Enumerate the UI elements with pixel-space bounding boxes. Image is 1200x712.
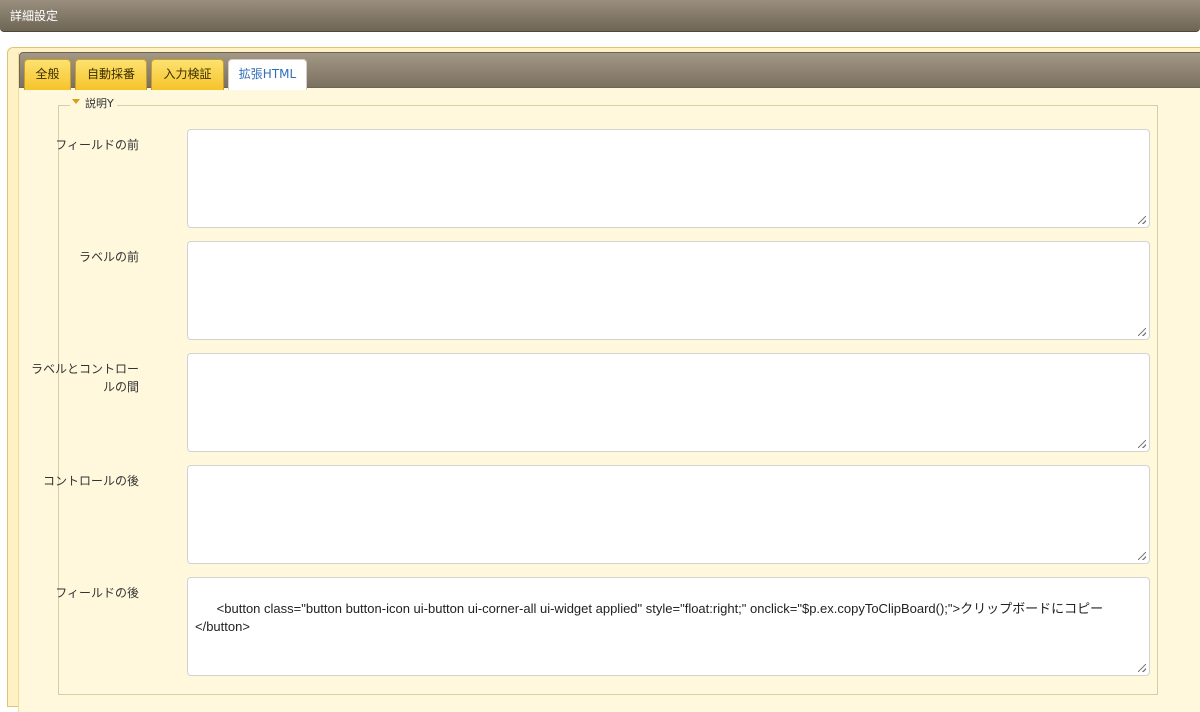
field-label-line: フィールドの前 [55, 138, 139, 152]
field-label-after-field: フィールドの後 [19, 584, 139, 602]
field-label-after-control: コントロールの後 [19, 472, 139, 490]
section-toggle[interactable]: 説明Y [70, 97, 117, 111]
resize-grip-icon[interactable] [1138, 440, 1146, 448]
dialog-title: 詳細設定 [10, 9, 59, 23]
tab-general[interactable]: 全般 [24, 59, 71, 90]
before-label-html-input[interactable] [187, 241, 1150, 340]
field-label-line: ラベルとコントロー [30, 362, 139, 376]
after-field-html-value: <button class="button button-icon ui-but… [195, 601, 1104, 634]
resize-grip-icon[interactable] [1138, 552, 1146, 560]
resize-grip-icon[interactable] [1138, 664, 1146, 672]
tab-auto-numbering[interactable]: 自動採番 [75, 59, 147, 90]
between-label-control-html-input[interactable] [187, 353, 1150, 452]
field-label-line: フィールドの後 [55, 586, 139, 600]
field-label-line: コントロールの後 [42, 474, 139, 488]
before-field-html-input[interactable] [187, 129, 1150, 228]
tab-bar: 全般 自動採番 入力検証 拡張HTML [19, 52, 1200, 90]
resize-grip-icon[interactable] [1138, 328, 1146, 336]
tab-container: 全般 自動採番 入力検証 拡張HTML 説明Y フィールドの前 ラベルの前 ラベ… [18, 52, 1200, 712]
field-label-before-label: ラベルの前 [19, 248, 139, 266]
field-label-line: ルの間 [102, 380, 139, 394]
after-control-html-input[interactable] [187, 465, 1150, 564]
resize-grip-icon[interactable] [1138, 216, 1146, 224]
caret-down-icon [72, 98, 80, 104]
after-field-html-input[interactable]: <button class="button button-icon ui-but… [187, 577, 1150, 676]
field-label-between-label-and-control: ラベルとコントロー ルの間 [19, 360, 139, 396]
field-label-before-field: フィールドの前 [19, 136, 139, 154]
section-legend: 説明Y [85, 97, 114, 110]
tab-input-validation[interactable]: 入力検証 [151, 59, 224, 90]
settings-panel: 全般 自動採番 入力検証 拡張HTML 説明Y フィールドの前 ラベルの前 ラベ… [7, 47, 1200, 712]
field-label-line: ラベルの前 [78, 250, 139, 264]
tab-extended-html[interactable]: 拡張HTML [228, 59, 307, 90]
dialog-title-bar: 詳細設定 [0, 0, 1200, 32]
